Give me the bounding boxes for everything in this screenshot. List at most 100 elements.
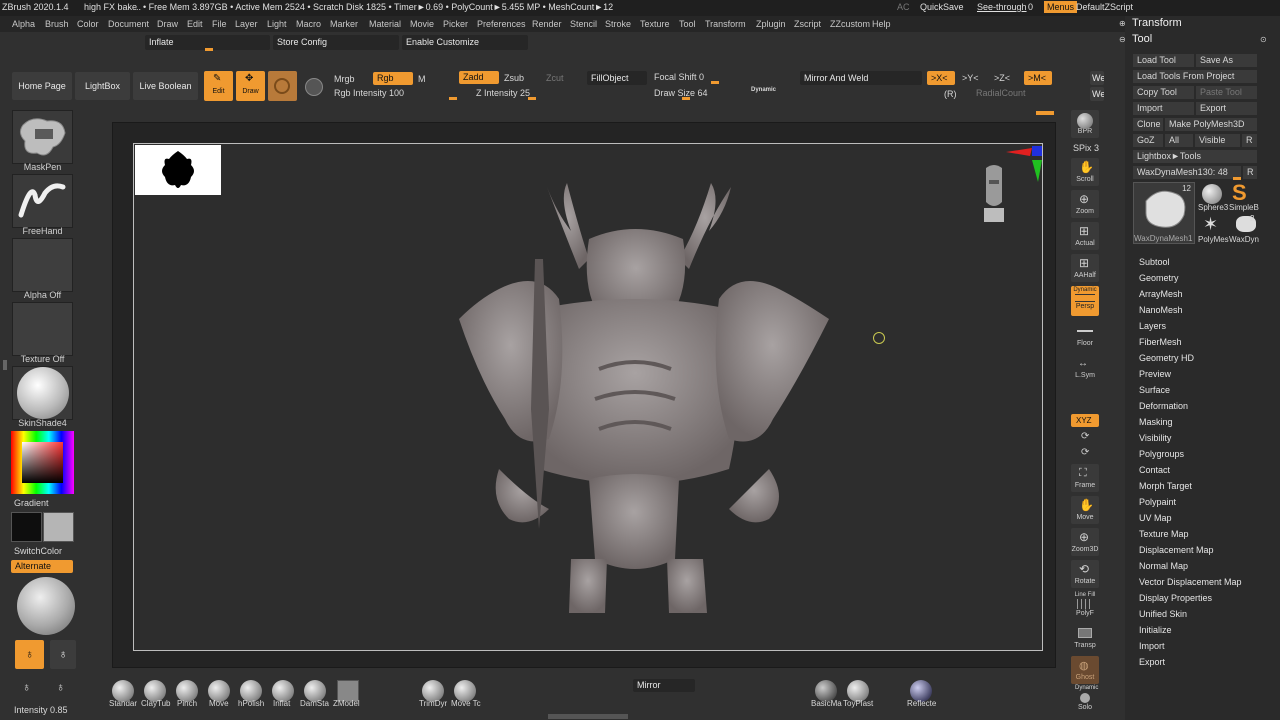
brush-thumbnail[interactable] xyxy=(12,110,73,164)
ghost-button[interactable]: ◍ Ghost xyxy=(1071,656,1099,684)
edit-mode-button[interactable]: ✎ Edit xyxy=(204,71,233,101)
draw-mode-button[interactable]: ✥ Draw xyxy=(236,71,265,101)
main-color-swatch[interactable] xyxy=(11,512,42,542)
light-bulb-4-icon[interactable]: ♁ xyxy=(56,680,65,694)
z-symmetry-button[interactable]: >Z< xyxy=(994,73,1010,83)
menu-marker[interactable]: Marker xyxy=(330,19,358,29)
subpalette-contact[interactable]: Contact xyxy=(1139,465,1170,475)
menu-macro[interactable]: Macro xyxy=(296,19,321,29)
tool-r-button[interactable]: R xyxy=(1243,166,1257,179)
material-thumbnail[interactable] xyxy=(12,366,73,420)
actual-button[interactable]: ⊞ Actual xyxy=(1071,222,1099,250)
menu-stroke[interactable]: Stroke xyxy=(605,19,631,29)
radial-r-button[interactable]: (R) xyxy=(944,89,957,99)
menu-render[interactable]: Render xyxy=(532,19,562,29)
enable-customize-button[interactable]: Enable Customize xyxy=(402,35,528,50)
subpalette-arraymesh[interactable]: ArrayMesh xyxy=(1139,289,1183,299)
subpalette-uv-map[interactable]: UV Map xyxy=(1139,513,1172,523)
polyf-button[interactable]: Line Fill PolyF xyxy=(1071,592,1099,620)
rgb-intensity-knob[interactable] xyxy=(449,97,457,100)
menu-layer[interactable]: Layer xyxy=(235,19,258,29)
load-tools-from-project-button[interactable]: Load Tools From Project xyxy=(1133,70,1257,83)
focal-shift-knob[interactable] xyxy=(711,81,719,84)
import-button[interactable]: Import xyxy=(1133,102,1194,115)
subpalette-visibility[interactable]: Visibility xyxy=(1139,433,1171,443)
zoom-button[interactable]: ⊕ Zoom xyxy=(1071,190,1099,218)
light-bulb-2-icon[interactable]: ♁ xyxy=(50,640,76,669)
subpalette-geometry[interactable]: Geometry xyxy=(1139,273,1179,283)
move-button[interactable]: ✋ Move xyxy=(1071,496,1099,524)
solo-button[interactable]: Solo xyxy=(1071,692,1099,718)
transform-expand-icon[interactable]: ⊕ xyxy=(1119,19,1126,28)
intensity-slider[interactable]: Intensity 0.85 xyxy=(14,705,68,715)
color-picker-square[interactable] xyxy=(22,442,63,483)
menus-button[interactable]: Menus xyxy=(1044,1,1078,13)
color-picker[interactable] xyxy=(11,431,74,494)
menu-zzcustom[interactable]: ZZcustom xyxy=(830,19,870,29)
subpalette-export[interactable]: Export xyxy=(1139,657,1165,667)
zcut-button[interactable]: Zcut xyxy=(546,73,564,83)
polymesh-star-icon[interactable]: ✶ xyxy=(1203,214,1218,235)
m-button[interactable]: M xyxy=(418,74,426,84)
current-tool-slider[interactable]: WaxDynaMesh130: 48 xyxy=(1133,166,1241,179)
rotate-button[interactable]: ⟲ Rotate xyxy=(1071,560,1099,588)
switchcolor-button[interactable]: SwitchColor xyxy=(14,546,62,556)
transform-palette-title[interactable]: Transform xyxy=(1132,17,1182,29)
rotate-y-icon[interactable]: ⟳ xyxy=(1081,431,1089,442)
paste-tool-button[interactable]: Paste Tool xyxy=(1196,86,1257,99)
menu-movie[interactable]: Movie xyxy=(410,19,434,29)
menu-draw[interactable]: Draw xyxy=(157,19,178,29)
light-sphere[interactable] xyxy=(17,577,75,635)
mrgb-button[interactable]: Mrgb xyxy=(334,74,355,84)
subpalette-preview[interactable]: Preview xyxy=(1139,369,1171,379)
move-mode-button[interactable] xyxy=(268,71,297,101)
subpalette-polypaint[interactable]: Polypaint xyxy=(1139,497,1176,507)
store-config-button[interactable]: Store Config xyxy=(273,35,399,50)
home-page-button[interactable]: Home Page xyxy=(12,72,72,100)
subpalette-unified-skin[interactable]: Unified Skin xyxy=(1139,609,1187,619)
tool-palette-title[interactable]: Tool xyxy=(1132,33,1152,45)
tool-close-icon[interactable]: ⊙ xyxy=(1260,35,1267,44)
scroll-indicator[interactable] xyxy=(1036,111,1054,115)
rotate-z-icon[interactable]: ⟳ xyxy=(1081,447,1089,458)
persp-button[interactable]: Dynamic Persp xyxy=(1071,286,1099,316)
copy-tool-button[interactable]: Copy Tool xyxy=(1133,86,1194,99)
menu-edit[interactable]: Edit xyxy=(187,19,203,29)
secondary-color-swatch[interactable] xyxy=(43,512,74,542)
goz-visible-button[interactable]: Visible xyxy=(1195,134,1240,147)
light-bulb-icon[interactable]: ♁ xyxy=(15,640,44,669)
zsub-button[interactable]: Zsub xyxy=(504,73,524,83)
rgb-button[interactable]: Rgb xyxy=(373,72,413,85)
clone-button[interactable]: Clone xyxy=(1133,118,1163,131)
weld-button-2[interactable]: We xyxy=(1090,87,1104,101)
subpalette-morph-target[interactable]: Morph Target xyxy=(1139,481,1192,491)
menu-tool[interactable]: Tool xyxy=(679,19,696,29)
menu-transform[interactable]: Transform xyxy=(705,19,746,29)
subpalette-polygroups[interactable]: Polygroups xyxy=(1139,449,1184,459)
light-bulb-3-icon[interactable]: ♁ xyxy=(22,680,31,694)
menu-picker[interactable]: Picker xyxy=(443,19,468,29)
subpalette-surface[interactable]: Surface xyxy=(1139,385,1170,395)
alpha-thumbnail[interactable] xyxy=(12,238,73,292)
x-symmetry-button[interactable]: >X< xyxy=(927,71,955,85)
see-through-slider[interactable]: See-through xyxy=(977,2,1027,12)
radialcount-slider[interactable]: RadialCount xyxy=(976,88,1026,98)
menu-help[interactable]: Help xyxy=(872,19,891,29)
default-zscript-button[interactable]: DefaultZScript xyxy=(1076,2,1133,12)
goz-r-button[interactable]: R xyxy=(1242,134,1257,147)
subpalette-normal-map[interactable]: Normal Map xyxy=(1139,561,1188,571)
load-tool-button[interactable]: Load Tool xyxy=(1133,54,1194,67)
mirror-button[interactable]: Mirror xyxy=(633,679,695,692)
subpalette-masking[interactable]: Masking xyxy=(1139,417,1173,427)
subpalette-import[interactable]: Import xyxy=(1139,641,1165,651)
subpalette-initialize[interactable]: Initialize xyxy=(1139,625,1172,635)
floor-button[interactable]: Floor xyxy=(1071,322,1099,350)
inflate-knob[interactable] xyxy=(205,48,213,51)
subpalette-display-properties[interactable]: Display Properties xyxy=(1139,593,1212,603)
lsym-button[interactable]: ↔ L.Sym xyxy=(1071,354,1099,382)
draw-size-label[interactable]: Draw Size 64 xyxy=(654,88,708,98)
frame-button[interactable]: ⛶ Frame xyxy=(1071,464,1099,492)
subpalette-fibermesh[interactable]: FiberMesh xyxy=(1139,337,1182,347)
subpalette-subtool[interactable]: Subtool xyxy=(1139,257,1170,267)
xyz-rotate-button[interactable]: XYZ xyxy=(1071,414,1099,427)
